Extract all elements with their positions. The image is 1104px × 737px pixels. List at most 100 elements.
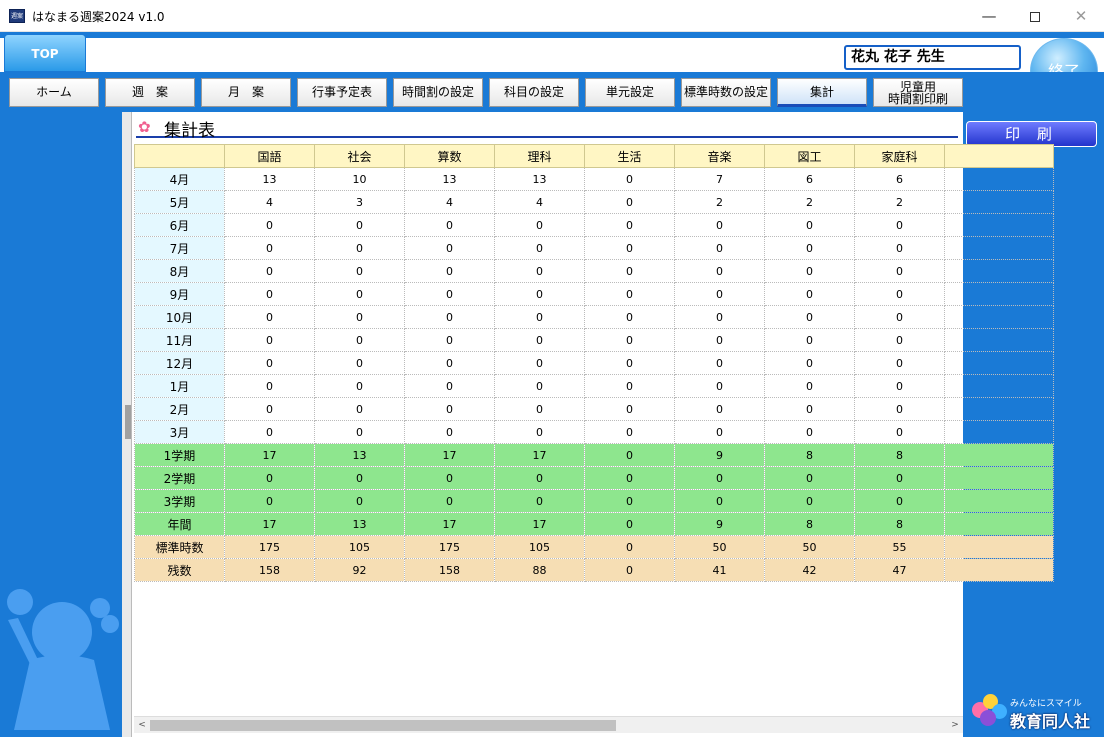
table-cell: 0 [494,351,585,375]
table-cell: 17 [494,443,585,467]
table-cell: 0 [224,236,315,260]
teacher-name-display: 花丸 花子 先生 [844,45,1021,70]
row-label: 2月 [134,397,225,421]
table-cell: 0 [674,282,765,306]
row-label: 2学期 [134,466,225,490]
column-header: 音楽 [674,144,765,168]
table-cell: 17 [224,443,315,467]
row-label: 8月 [134,259,225,283]
row-label: 1学期 [134,443,225,467]
empty-cell [944,466,1054,490]
table-cell: 0 [674,236,765,260]
table-cell: 0 [224,374,315,398]
table-cell: 0 [674,420,765,444]
table-cell: 0 [584,259,675,283]
table-cell: 17 [404,512,495,536]
table-cell: 0 [584,466,675,490]
table-row: 9月 0 0 0 0 0 0 0 0 [134,282,1054,306]
row-label: 6月 [134,213,225,237]
table-cell: 13 [314,443,405,467]
table-cell: 0 [224,305,315,329]
empty-cell [944,305,1054,329]
table-cell: 13 [224,167,315,191]
top-tab[interactable]: TOP [4,34,86,72]
table-row: 年間 17 13 17 17 0 9 8 8 [134,512,1054,536]
nav-home[interactable]: ホーム [9,78,99,107]
table-cell: 0 [494,305,585,329]
empty-cell [944,167,1054,191]
table-cell: 8 [764,443,855,467]
maximize-button[interactable] [1012,0,1058,32]
table-cell: 0 [224,328,315,352]
nav-monthly-plan[interactable]: 月 案 [201,78,291,107]
flower-icon: ✿ [138,118,151,136]
table-cell: 0 [854,213,945,237]
table-cell: 0 [584,328,675,352]
nav-timetable-settings[interactable]: 時間割の設定 [393,78,483,107]
table-cell: 0 [314,397,405,421]
close-button[interactable]: ✕ [1058,0,1104,32]
table-cell: 9 [674,443,765,467]
table-cell: 0 [404,351,495,375]
column-header: 算数 [404,144,495,168]
nav-summary[interactable]: 集計 [777,78,867,107]
smile-logo-icon [972,694,1010,728]
table-cell: 17 [224,512,315,536]
table-row: 12月 0 0 0 0 0 0 0 0 [134,351,1054,375]
table-cell: 0 [764,236,855,260]
table-cell: 4 [224,190,315,214]
table-cell: 0 [314,466,405,490]
nav-subject-settings[interactable]: 科目の設定 [489,78,579,107]
table-cell: 17 [404,443,495,467]
splitter-grip-icon[interactable] [125,405,131,439]
table-cell: 175 [404,535,495,559]
row-label: 12月 [134,351,225,375]
table-cell: 0 [224,420,315,444]
scroll-left-arrow[interactable]: < [134,717,150,734]
nav-event-schedule[interactable]: 行事予定表 [297,78,387,107]
character-silhouette-icon [7,589,119,730]
scroll-right-arrow[interactable]: > [947,717,963,734]
table-row: 10月 0 0 0 0 0 0 0 0 [134,305,1054,329]
table-cell: 0 [314,259,405,283]
nav-student-timetable-print[interactable]: 児童用 時間割印刷 [873,78,963,107]
table-cell: 0 [584,443,675,467]
nav-standard-hours-settings[interactable]: 標準時数の設定 [681,78,771,107]
column-header: 家庭科 [854,144,945,168]
table-cell: 4 [404,190,495,214]
table-cell: 0 [674,305,765,329]
table-cell: 0 [224,259,315,283]
table-cell: 50 [674,535,765,559]
table-cell: 9 [674,512,765,536]
table-cell: 0 [494,420,585,444]
table-cell: 0 [584,282,675,306]
table-cell: 8 [764,512,855,536]
table-cell: 0 [854,466,945,490]
empty-cell [944,236,1054,260]
table-cell: 0 [494,374,585,398]
table-cell: 50 [764,535,855,559]
column-header: 社会 [314,144,405,168]
table-cell: 105 [494,535,585,559]
table-cell: 0 [584,167,675,191]
table-cell: 8 [854,443,945,467]
table-cell: 0 [224,351,315,375]
table-cell: 0 [314,282,405,306]
scrollbar-thumb[interactable] [150,720,616,731]
table-cell: 0 [674,466,765,490]
table-cell: 0 [854,328,945,352]
minimize-button[interactable]: — [966,0,1012,32]
empty-cell [944,351,1054,375]
table-cell: 6 [764,167,855,191]
table-cell: 0 [494,236,585,260]
table-cell: 0 [404,213,495,237]
row-label: 3学期 [134,489,225,513]
table-cell: 0 [854,374,945,398]
nav-unit-settings[interactable]: 単元設定 [585,78,675,107]
row-label: 1月 [134,374,225,398]
table-cell: 0 [764,420,855,444]
table-cell: 0 [584,420,675,444]
horizontal-scrollbar[interactable]: < > [134,716,963,733]
table-cell: 0 [224,466,315,490]
nav-weekly-plan[interactable]: 週 案 [105,78,195,107]
